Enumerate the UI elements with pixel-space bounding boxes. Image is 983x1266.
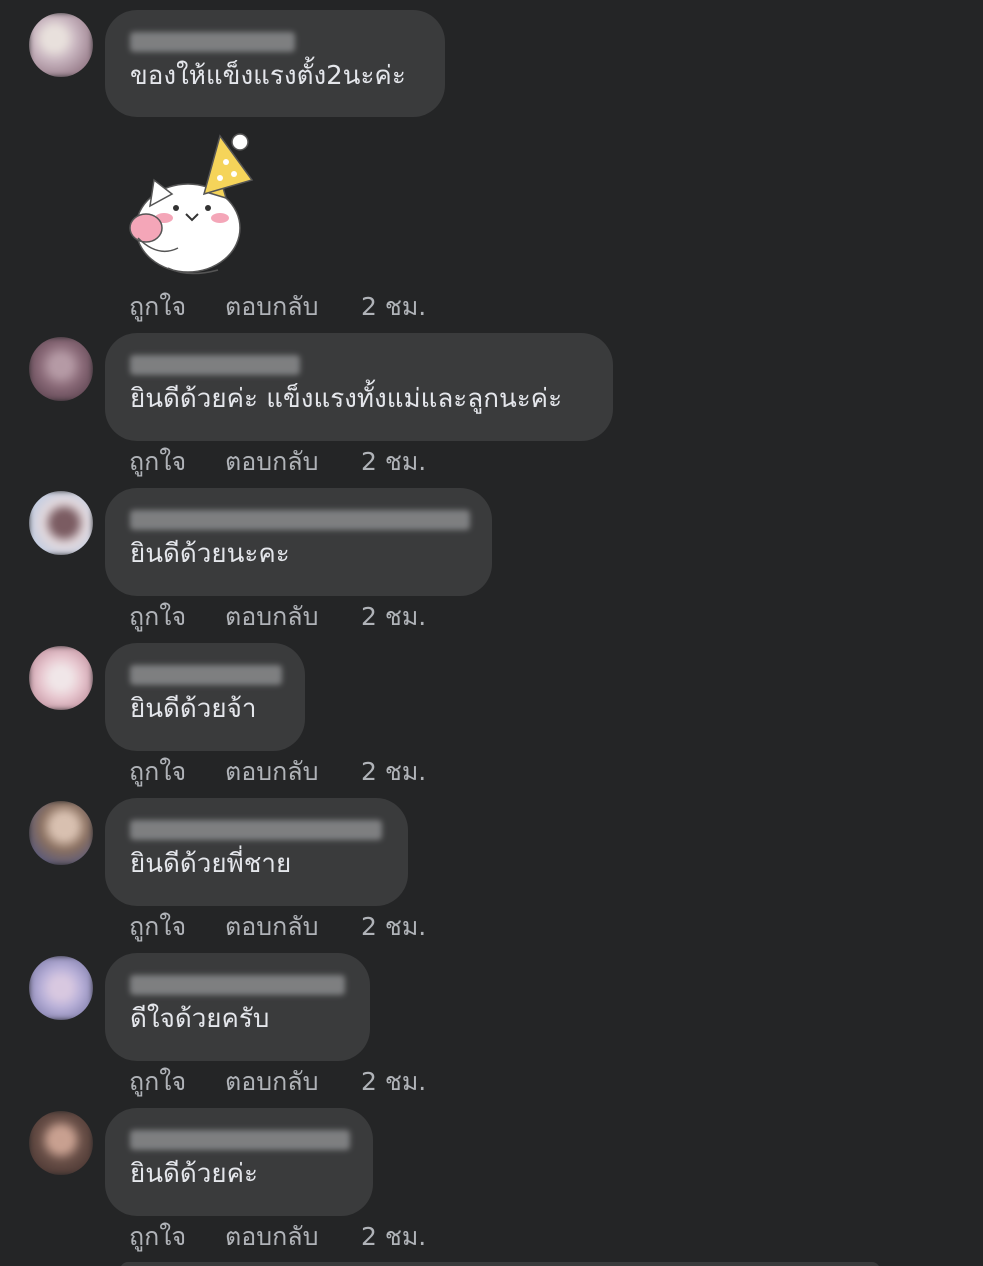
comment-bubble[interactable]: ยินดีด้วยนะคะ (105, 488, 492, 596)
comment-actions: ถูกใจ ตอบกลับ 2 ชม. (129, 912, 426, 942)
avatar[interactable] (29, 337, 93, 401)
party-cat-sticker (129, 133, 254, 275)
timestamp[interactable]: 2 ชม. (361, 1067, 426, 1097)
like-link[interactable]: ถูกใจ (129, 447, 225, 477)
comment-text: ยินดีด้วยค่ะ (130, 1159, 258, 1189)
avatar[interactable] (29, 13, 93, 77)
like-link[interactable]: ถูกใจ (129, 1067, 225, 1097)
comment-text: ของให้แข็งแรงตั้ง2นะค่ะ (130, 61, 406, 91)
reply-link[interactable]: ตอบกลับ (225, 1067, 361, 1097)
reply-link[interactable]: ตอบกลับ (225, 292, 361, 322)
comment-actions: ถูกใจ ตอบกลับ 2 ชม. (129, 602, 426, 632)
author-name-blurred[interactable] (130, 975, 345, 995)
like-link[interactable]: ถูกใจ (129, 292, 225, 322)
comment-bubble[interactable]: ของให้แข็งแรงตั้ง2นะค่ะ (105, 10, 445, 117)
comment-bubble[interactable]: ดีใจด้วยครับ (105, 953, 370, 1061)
comment-actions: ถูกใจ ตอบกลับ 2 ชม. (129, 292, 426, 322)
comment-bubble[interactable]: ยินดีด้วยค่ะ แข็งแรงทั้งแม่และลูกนะค่ะ (105, 333, 613, 441)
reply-link[interactable]: ตอบกลับ (225, 1222, 361, 1252)
comment-bubble[interactable]: ยินดีด้วยจ้า (105, 643, 305, 751)
comment-bubble[interactable]: ยินดีด้วยพี่ชาย (105, 798, 408, 906)
avatar[interactable] (29, 491, 93, 555)
timestamp[interactable]: 2 ชม. (361, 757, 426, 787)
comment-text: ดีใจด้วยครับ (130, 1004, 270, 1034)
avatar[interactable] (29, 646, 93, 710)
comments-feed: ของให้แข็งแรงตั้ง2นะค่ะ ถูกใจ ตอบกลับ 2 ชม… (0, 0, 983, 1266)
comment-text: ยินดีด้วยจ้า (130, 694, 257, 724)
timestamp[interactable]: 2 ชม. (361, 447, 426, 477)
timestamp[interactable]: 2 ชม. (361, 912, 426, 942)
comment-actions: ถูกใจ ตอบกลับ 2 ชม. (129, 1222, 426, 1252)
reply-link[interactable]: ตอบกลับ (225, 912, 361, 942)
like-link[interactable]: ถูกใจ (129, 602, 225, 632)
comment-actions: ถูกใจ ตอบกลับ 2 ชม. (129, 1067, 426, 1097)
comment-bubble[interactable]: ยินดีด้วยค่ะ (105, 1108, 373, 1216)
comment-actions: ถูกใจ ตอบกลับ 2 ชม. (129, 447, 426, 477)
comment-actions: ถูกใจ ตอบกลับ 2 ชม. (129, 757, 426, 787)
timestamp[interactable]: 2 ชม. (361, 602, 426, 632)
timestamp[interactable]: 2 ชม. (361, 292, 426, 322)
like-link[interactable]: ถูกใจ (129, 1222, 225, 1252)
avatar[interactable] (29, 1111, 93, 1175)
comment-text: ยินดีด้วยนะคะ (130, 539, 290, 569)
next-comment-bubble-edge (120, 1262, 880, 1266)
avatar[interactable] (29, 956, 93, 1020)
reply-link[interactable]: ตอบกลับ (225, 602, 361, 632)
reply-link[interactable]: ตอบกลับ (225, 757, 361, 787)
author-name-blurred[interactable] (130, 1130, 350, 1150)
avatar[interactable] (29, 801, 93, 865)
author-name-blurred[interactable] (130, 510, 470, 530)
reply-link[interactable]: ตอบกลับ (225, 447, 361, 477)
like-link[interactable]: ถูกใจ (129, 912, 225, 942)
author-name-blurred[interactable] (130, 820, 382, 840)
timestamp[interactable]: 2 ชม. (361, 1222, 426, 1252)
like-link[interactable]: ถูกใจ (129, 757, 225, 787)
comment-text: ยินดีด้วยค่ะ แข็งแรงทั้งแม่และลูกนะค่ะ (130, 384, 563, 414)
comment-text: ยินดีด้วยพี่ชาย (130, 849, 292, 879)
author-name-blurred[interactable] (130, 32, 295, 52)
author-name-blurred[interactable] (130, 355, 300, 375)
author-name-blurred[interactable] (130, 665, 282, 685)
